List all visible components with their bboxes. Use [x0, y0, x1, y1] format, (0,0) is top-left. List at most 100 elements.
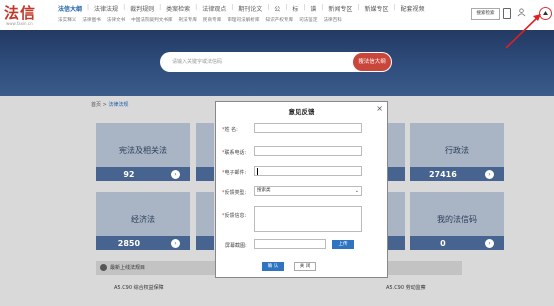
sub-nav-link[interactable]: 司法鉴定: [299, 17, 317, 23]
type-label: *反馈类型:: [222, 190, 247, 196]
mobile-icon[interactable]: [503, 8, 511, 19]
account-icon[interactable]: [539, 7, 552, 20]
card-count: 27416: [428, 170, 457, 179]
nav-link[interactable]: 配套视频: [401, 4, 425, 13]
sub-nav-link[interactable]: 审理司法解析库: [227, 17, 259, 23]
nav-link[interactable]: 法律法规: [94, 4, 118, 13]
site-logo[interactable]: 法信: [4, 2, 36, 23]
feedback-info-textarea[interactable]: [254, 206, 362, 232]
chevron-right-icon[interactable]: ›: [485, 170, 494, 179]
list-icon: [100, 264, 107, 271]
nav-separator: |: [267, 4, 270, 11]
sub-nav-link[interactable]: 中国法院裁判文书库: [131, 17, 172, 23]
feedback-type-select[interactable]: 搜索类 ⌄: [254, 186, 362, 196]
card-count: 92: [123, 170, 135, 179]
nav-link[interactable]: 类案检索: [166, 4, 190, 13]
banner-search-button-label: 搜法信大纲: [358, 59, 386, 65]
category-card[interactable]: [196, 123, 214, 181]
info-label: *反馈信息:: [222, 213, 247, 219]
nav-link[interactable]: 谱: [310, 4, 316, 13]
chevron-right-icon[interactable]: ›: [171, 239, 180, 248]
header-search-button[interactable]: 搜索检索: [471, 8, 500, 20]
nav-separator: |: [357, 4, 360, 11]
category-card[interactable]: [196, 192, 214, 250]
banner-search-button[interactable]: 搜法信大纲: [353, 53, 391, 71]
section-title: 最新上线法规目: [110, 265, 146, 271]
text-cursor: [257, 168, 258, 175]
category-card-administrative[interactable]: 行政法 27416 ›: [410, 123, 504, 181]
site-header: 法信 www.faxin.cn 法信大纲 | 法律法规 | 裁判规则 | 类案检索 | 法律观点…: [0, 0, 554, 30]
nav-separator: |: [123, 4, 126, 11]
card-title: 我的法信码: [437, 215, 477, 224]
card-bar: 0 ›: [410, 236, 504, 250]
nav-separator: |: [393, 4, 396, 11]
sub-nav-link[interactable]: 刑法专库: [179, 17, 197, 23]
site-logo-url: www.faxin.cn: [6, 21, 33, 26]
screenshot-label: 屏幕截图:: [225, 243, 247, 249]
nav-separator: |: [87, 4, 90, 11]
category-card[interactable]: [387, 192, 405, 250]
nav-separator: |: [285, 4, 288, 11]
feedback-type-value: 搜索类: [257, 188, 271, 193]
sub-nav-link[interactable]: 民商专库: [203, 17, 221, 23]
nav-link[interactable]: 新媒专区: [364, 4, 388, 13]
confirm-button[interactable]: 确 认: [262, 262, 284, 271]
email-label: *电子邮件:: [222, 170, 247, 176]
phone-label: *联系电话:: [222, 150, 247, 156]
nav-link[interactable]: 裁判规则: [130, 4, 154, 13]
card-bar: [387, 167, 405, 181]
nav-link[interactable]: 标: [292, 4, 298, 13]
card-title: 行政法: [445, 146, 469, 155]
nav-separator: |: [195, 4, 198, 11]
user-icon[interactable]: [517, 8, 526, 17]
category-card-constitution[interactable]: 宪法及相关法 92 ›: [96, 123, 190, 181]
dialog-title: 意见反馈: [288, 108, 315, 116]
email-field[interactable]: [254, 166, 362, 176]
sub-nav-link[interactable]: 法律百科: [323, 17, 341, 23]
name-label: *姓 名:: [222, 127, 238, 133]
nav-link[interactable]: 公: [274, 4, 280, 13]
nav-link[interactable]: 法信大纲: [58, 4, 82, 13]
list-item[interactable]: A5.C90 综合权益保障: [114, 284, 164, 291]
category-card-my-codes[interactable]: 我的法信码 0 ›: [410, 192, 504, 250]
category-card[interactable]: [387, 123, 405, 181]
card-bar: [196, 236, 214, 250]
card-count: 2850: [117, 239, 141, 248]
card-title: 宪法及相关法: [119, 146, 167, 155]
card-title: 经济法: [131, 215, 155, 224]
sub-nav-link[interactable]: 法律文书: [107, 17, 125, 23]
nav-separator: |: [303, 4, 306, 11]
list-item[interactable]: A5.C90 劳动监察: [386, 284, 426, 291]
feedback-dialog: 意见反馈 × *姓 名: *联系电话: *电子邮件: *反馈类型: 搜索类 ⌄ …: [215, 101, 388, 278]
nav-separator: |: [159, 4, 162, 11]
card-count: 0: [440, 239, 446, 248]
list-item-code: A5.C90: [114, 285, 133, 291]
phone-field[interactable]: [254, 146, 362, 156]
nav-separator: |: [321, 4, 324, 11]
screenshot-field[interactable]: [254, 239, 326, 249]
nav-separator: |: [231, 4, 234, 11]
breadcrumb: 首页 > 法律法规: [91, 101, 128, 108]
card-bar: 27416 ›: [410, 167, 504, 181]
page: 法信 www.faxin.cn 法信大纲 | 法律法规 | 裁判规则 | 类案检索 | 法律观点…: [0, 0, 554, 306]
sub-nav-link[interactable]: 知识产权专库: [265, 17, 293, 23]
nav-link[interactable]: 新闻专区: [328, 4, 352, 13]
card-bar: 2850 ›: [96, 236, 190, 250]
close-icon[interactable]: ×: [376, 104, 383, 113]
close-button[interactable]: 关 闭: [294, 262, 316, 271]
chevron-right-icon[interactable]: ›: [485, 239, 494, 248]
card-bar: [196, 167, 214, 181]
name-field[interactable]: [254, 123, 362, 133]
list-item-text: 劳动监察: [405, 285, 426, 291]
sub-nav-link[interactable]: 法律图书: [82, 17, 100, 23]
nav-link[interactable]: 期刊论文: [238, 4, 262, 13]
upload-button[interactable]: 上传: [332, 240, 354, 249]
breadcrumb-current: 法律法规: [108, 102, 129, 108]
category-card-economic[interactable]: 经济法 2850 ›: [96, 192, 190, 250]
breadcrumb-home[interactable]: 首页: [91, 102, 101, 108]
chevron-down-icon: ⌄: [354, 188, 359, 194]
chevron-right-icon[interactable]: ›: [171, 170, 180, 179]
sub-nav-link[interactable]: 法实释义: [58, 17, 76, 23]
list-item-code: A5.C90: [386, 285, 405, 291]
nav-link[interactable]: 法律观点: [202, 4, 226, 13]
